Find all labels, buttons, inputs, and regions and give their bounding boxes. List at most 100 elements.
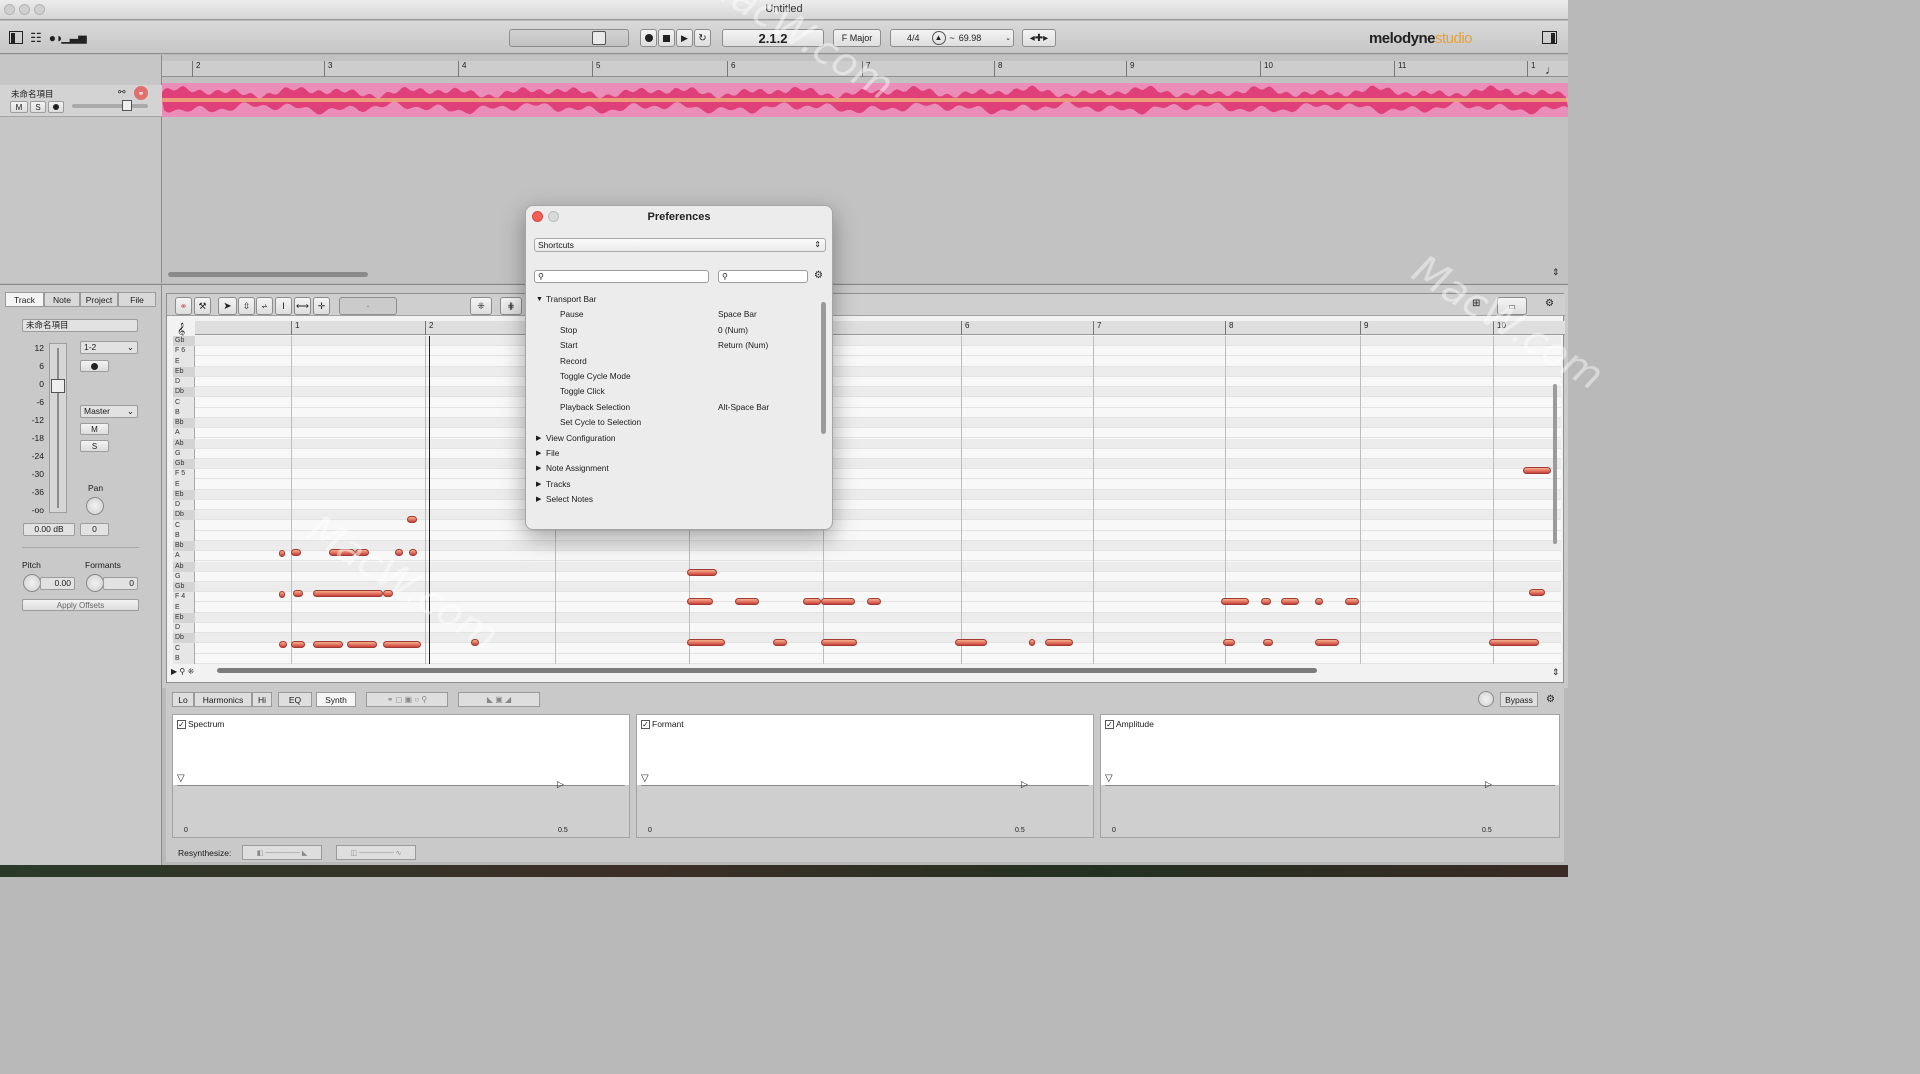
- selection-field[interactable]: -: [339, 297, 397, 315]
- mixer-icon[interactable]: ☷: [28, 30, 44, 45]
- note-blob[interactable]: [1345, 598, 1359, 605]
- piano-key[interactable]: D: [173, 377, 195, 387]
- piano-key[interactable]: D: [173, 500, 195, 510]
- piano-key[interactable]: A: [173, 428, 195, 438]
- amplitude-tool-icon[interactable]: Ⅰ: [275, 297, 292, 315]
- formants-value-field[interactable]: 0: [103, 577, 138, 590]
- spectrum-title[interactable]: ✓ Spectrum: [177, 719, 224, 729]
- note-blob[interactable]: [1045, 639, 1073, 646]
- piano-key[interactable]: Db: [173, 633, 195, 644]
- checkbox-icon[interactable]: ✓: [177, 719, 186, 729]
- inspector-track-name-field[interactable]: 未命名項目: [22, 319, 138, 332]
- editor-ruler-bar-6[interactable]: 10: [1493, 321, 1506, 335]
- note-value-icon[interactable]: ♩: [1545, 63, 1557, 77]
- disclosure-closed-icon[interactable]: ▶: [536, 431, 541, 446]
- track-volume-thumb[interactable]: [122, 100, 132, 111]
- tab-lo[interactable]: Lo: [172, 692, 194, 707]
- piano-key[interactable]: Gb: [173, 582, 195, 592]
- note-blob[interactable]: [383, 641, 421, 648]
- editor-ruler-bar-5[interactable]: 9: [1360, 321, 1368, 335]
- pan-value-field[interactable]: 0: [80, 523, 109, 536]
- disclosure-closed-icon[interactable]: ▶: [536, 461, 541, 476]
- piano-key[interactable]: C: [173, 644, 195, 654]
- disclosure-closed-icon[interactable]: ▶: [536, 446, 541, 461]
- tab-note[interactable]: Note: [44, 292, 80, 307]
- track-volume-slider[interactable]: [72, 100, 148, 111]
- note-grid[interactable]: [195, 336, 1561, 664]
- note-blob[interactable]: [867, 598, 881, 605]
- shortcut-row[interactable]: Toggle Click: [526, 384, 824, 399]
- note-blob[interactable]: [409, 549, 417, 556]
- preferences-category-select[interactable]: Shortcuts ⇕: [534, 238, 826, 252]
- formant-tool-icon[interactable]: ⩫: [256, 297, 273, 315]
- amplitude-panel[interactable]: ✓ Amplitude ▽ ▷ 0 0.5: [1100, 714, 1560, 838]
- piano-key[interactable]: Eb: [173, 366, 195, 377]
- tab-track[interactable]: Track: [5, 292, 44, 307]
- piano-keyboard[interactable]: Gb F 6 E Eb D Db C B Bb A Ab G Gb F 5 E Eb D Db C B Bb A Ab G Gb…: [173, 336, 195, 664]
- ruler-bar-10[interactable]: 1: [1527, 61, 1535, 77]
- track-record-button[interactable]: [48, 101, 64, 113]
- piano-key[interactable]: F 4: [173, 592, 195, 602]
- formants-knob[interactable]: [86, 574, 104, 592]
- note-blob[interactable]: [773, 639, 787, 646]
- stop-button[interactable]: [658, 29, 675, 47]
- ruler-bar-0[interactable]: 2: [192, 61, 200, 77]
- note-blob[interactable]: [279, 591, 285, 598]
- ruler-bar-1[interactable]: 3: [324, 61, 332, 77]
- ruler-bar-9[interactable]: 11: [1394, 61, 1406, 77]
- handle-left-icon[interactable]: ▽: [1105, 773, 1113, 784]
- note-blob[interactable]: [383, 590, 393, 597]
- shortcut-search-input[interactable]: ⚲: [718, 270, 808, 283]
- track-name-label[interactable]: 未命名項目: [11, 88, 54, 100]
- separation-tool-icon[interactable]: ✛: [313, 297, 330, 315]
- ruler-bar-6[interactable]: 8: [994, 61, 1002, 77]
- editor-ruler[interactable]: 1 2 6 7 8 9 10: [195, 321, 1565, 335]
- track-link-icon[interactable]: ⚭: [134, 86, 148, 100]
- cycle-button[interactable]: ↻: [694, 29, 711, 47]
- piano-key[interactable]: Db: [173, 387, 195, 398]
- piano-key[interactable]: Gb: [173, 459, 195, 469]
- pitch-value-field[interactable]: 0.00: [40, 577, 75, 590]
- note-blob[interactable]: [471, 639, 479, 646]
- transport-slider-thumb[interactable]: [592, 31, 606, 45]
- preferences-dialog[interactable]: Preferences Shortcuts ⇕ ⚲ ⚲ ⚙ ▼ Transport …: [525, 205, 833, 530]
- ruler-bar-2[interactable]: 4: [458, 61, 466, 77]
- disclosure-closed-icon[interactable]: ▶: [536, 477, 541, 492]
- dialog-gear-icon[interactable]: ⚙: [814, 270, 823, 281]
- scroll-mode-button[interactable]: ◂✚▸: [1022, 29, 1056, 47]
- note-blob[interactable]: [821, 598, 855, 605]
- piano-key[interactable]: B: [173, 654, 195, 664]
- note-blob[interactable]: [1281, 598, 1299, 605]
- pitch-follow-icon[interactable]: ⚭: [175, 297, 192, 315]
- resize-arrange-icon[interactable]: ⇕: [1552, 267, 1560, 278]
- dock-gear-icon[interactable]: ⚙: [1546, 694, 1555, 705]
- handle-left-icon[interactable]: ▽: [641, 773, 649, 784]
- pan-knob[interactable]: [86, 497, 104, 515]
- note-blob[interactable]: [1529, 589, 1545, 596]
- tab-project[interactable]: Project: [80, 292, 118, 307]
- editor-settings-gear-icon[interactable]: ⚙: [1545, 298, 1554, 309]
- ruler-bar-3[interactable]: 5: [592, 61, 600, 77]
- editor-ruler-bar-2[interactable]: 6: [961, 321, 969, 335]
- note-blob[interactable]: [347, 641, 377, 648]
- checkbox-icon[interactable]: ✓: [1105, 719, 1114, 729]
- pitch-knob[interactable]: [23, 574, 41, 592]
- dock-knob[interactable]: [1478, 691, 1494, 707]
- note-blob[interactable]: [291, 641, 305, 648]
- piano-key[interactable]: A: [173, 551, 195, 561]
- ruler-bar-7[interactable]: 9: [1126, 61, 1134, 77]
- piano-key[interactable]: Db: [173, 510, 195, 521]
- arrange-ruler[interactable]: 2 3 4 5 6 7 8 9 10 11 1: [162, 61, 1568, 77]
- shortcut-row[interactable]: Toggle Cycle Mode: [526, 369, 824, 384]
- levels-icon[interactable]: ▁▃▅: [61, 30, 86, 45]
- shortcut-group[interactable]: ▼ Transport Bar: [526, 292, 824, 307]
- handle-right-icon[interactable]: ▷: [1021, 779, 1028, 790]
- note-blob[interactable]: [1263, 639, 1273, 646]
- timing-tool-icon[interactable]: ⟷: [294, 297, 311, 315]
- note-blob[interactable]: [395, 549, 403, 556]
- piano-key[interactable]: F 5: [173, 469, 195, 479]
- piano-key[interactable]: Bb: [173, 418, 195, 428]
- piano-key[interactable]: E: [173, 357, 195, 367]
- metronome-icon[interactable]: ▲: [931, 31, 946, 45]
- shortcut-group[interactable]: ▶ Note Assignment: [526, 461, 824, 476]
